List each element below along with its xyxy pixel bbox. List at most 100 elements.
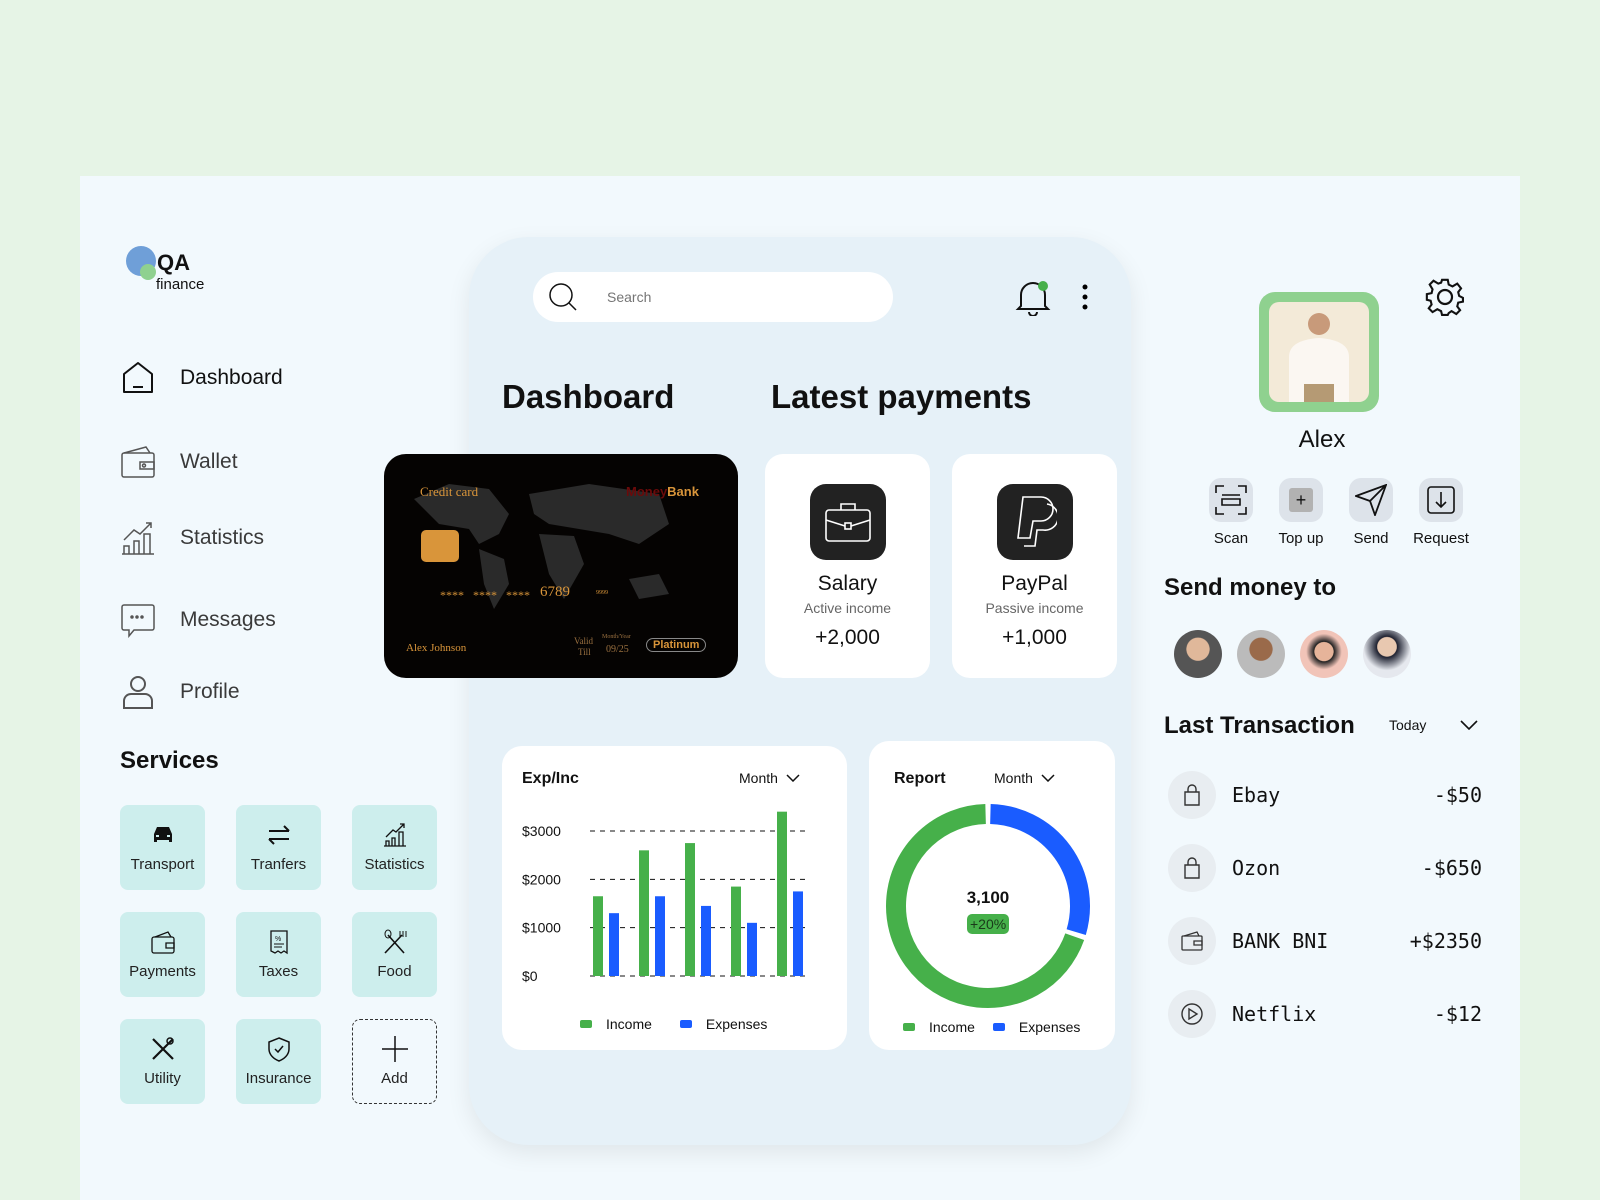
- send-icon: [1355, 484, 1387, 516]
- bag-icon: [1168, 771, 1216, 819]
- dashboard-heading: Dashboard: [502, 378, 675, 415]
- last-transaction-title: Last Transaction: [1164, 712, 1355, 739]
- transaction-row[interactable]: Netflix -$12: [1168, 990, 1482, 1038]
- card-type: Credit card: [420, 484, 479, 499]
- bar-income: [777, 811, 787, 976]
- nav-wallet[interactable]: Wallet: [120, 444, 238, 480]
- service-label: Insurance: [245, 1070, 312, 1087]
- nav-label: Wallet: [180, 450, 238, 473]
- transaction-filter-dropdown[interactable]: Today: [1389, 717, 1478, 733]
- payment-value: +2,000: [815, 626, 880, 649]
- more-vertical-icon[interactable]: [1080, 282, 1090, 312]
- payment-value: +1,000: [1002, 626, 1067, 649]
- legend: Income Expenses: [903, 1019, 1080, 1035]
- bell-icon[interactable]: [1015, 278, 1051, 316]
- action-label: Scan: [1213, 530, 1249, 547]
- service-add[interactable]: Add: [352, 1019, 437, 1104]
- transaction-amount: -$650: [1421, 856, 1482, 880]
- top-up-button[interactable]: + Top up: [1266, 478, 1336, 547]
- user-icon: [123, 676, 153, 709]
- latest-payments-heading: Latest payments: [771, 378, 1032, 415]
- bar-expenses: [655, 896, 665, 976]
- service-statistics[interactable]: Statistics: [352, 805, 437, 890]
- services-title: Services: [120, 747, 219, 774]
- card-tier: Platinum: [646, 638, 707, 652]
- quick-actions: Scan + Top up Send Request: [1196, 478, 1476, 547]
- service-insurance[interactable]: Insurance: [236, 1019, 321, 1104]
- y-tick-label: $0: [522, 968, 538, 984]
- bar-expenses: [609, 913, 619, 976]
- service-label: Utility: [144, 1070, 181, 1087]
- service-transport[interactable]: Transport: [120, 805, 205, 890]
- nav-statistics[interactable]: Statistics: [120, 520, 264, 556]
- action-label: Request: [1413, 530, 1469, 547]
- service-food[interactable]: Food: [352, 912, 437, 997]
- search-input[interactable]: [607, 289, 857, 305]
- service-label: Tranfers: [250, 856, 307, 873]
- payment-card-salary[interactable]: Salary Active income +2,000: [765, 454, 930, 678]
- legend-label: Expenses: [1018, 1019, 1081, 1035]
- legend-label: Expenses: [705, 1016, 768, 1032]
- transaction-amount: -$12: [1433, 1002, 1482, 1026]
- card-holder: Alex Johnson: [406, 642, 467, 654]
- service-label: Payments: [129, 963, 196, 980]
- bar-income: [593, 896, 603, 976]
- legend-swatch-expenses: [679, 1020, 692, 1028]
- send-button[interactable]: Send: [1336, 478, 1406, 547]
- contact-avatar[interactable]: [1363, 630, 1411, 678]
- contact-avatar[interactable]: [1237, 630, 1285, 678]
- receipt-icon: %: [269, 930, 288, 955]
- service-tranfers[interactable]: Tranfers: [236, 805, 321, 890]
- contact-avatar[interactable]: [1174, 630, 1222, 678]
- legend-swatch-expenses: [992, 1023, 1005, 1031]
- brand-name: QA: [157, 250, 190, 275]
- wallet-icon: [1168, 917, 1216, 965]
- bar-income: [731, 886, 741, 976]
- y-tick-label: $2000: [522, 871, 561, 887]
- nav-messages[interactable]: Messages: [120, 602, 276, 638]
- chart-icon: [122, 522, 154, 555]
- exp-inc-chart-card: Exp/Inc Month $3000 $2000 $1000 $0 Income E…: [502, 746, 847, 1050]
- transaction-row[interactable]: Ebay -$50: [1168, 771, 1482, 819]
- request-button[interactable]: Request: [1406, 478, 1476, 547]
- service-utility[interactable]: Utility: [120, 1019, 205, 1104]
- profile-avatar[interactable]: [1259, 292, 1379, 412]
- service-taxes[interactable]: % Taxes: [236, 912, 321, 997]
- action-label: Top up: [1278, 530, 1324, 547]
- payment-card-paypal[interactable]: PayPal Passive income +1,000: [952, 454, 1117, 678]
- service-label: Taxes: [258, 963, 299, 980]
- scan-icon: [1215, 485, 1247, 515]
- play-icon: [1168, 990, 1216, 1038]
- y-tick-label: $1000: [522, 920, 561, 936]
- bar-expenses: [793, 891, 803, 976]
- credit-card[interactable]: Credit card MoneyBank **** **** **** 678…: [384, 454, 738, 678]
- wallet-icon: [150, 931, 175, 954]
- search-bar[interactable]: [533, 272, 893, 322]
- nav-label: Messages: [180, 608, 276, 631]
- transaction-row[interactable]: Ozon -$650: [1168, 844, 1482, 892]
- transaction-amount: +$2350: [1409, 929, 1482, 953]
- transaction-row[interactable]: BANK BNI +$2350: [1168, 917, 1482, 965]
- legend-label: Income: [929, 1019, 975, 1035]
- wallet-icon: [121, 446, 155, 478]
- card-small-code: 9999: [596, 590, 608, 596]
- bar-expenses: [701, 905, 711, 976]
- service-payments[interactable]: Payments: [120, 912, 205, 997]
- nav-dashboard[interactable]: Dashboard: [120, 360, 283, 396]
- card-number-masked: **** **** ****: [440, 588, 530, 602]
- nav-profile[interactable]: Profile: [120, 674, 240, 710]
- cutlery-icon: [383, 929, 406, 954]
- car-icon: [153, 827, 172, 842]
- plus-icon: +: [1289, 488, 1313, 512]
- contact-avatar[interactable]: [1300, 630, 1348, 678]
- chart-icon: [383, 823, 406, 847]
- service-label: Food: [377, 963, 412, 980]
- scan-button[interactable]: Scan: [1196, 478, 1266, 547]
- donut-center-value: 3,100: [966, 888, 1010, 907]
- gear-icon[interactable]: [1424, 276, 1466, 318]
- contacts: [1174, 630, 1411, 678]
- month-year-label: Month/Year: [602, 634, 631, 640]
- chat-icon: [121, 604, 155, 638]
- card-expiry: 09/25: [606, 644, 629, 655]
- valid-label: Valid: [574, 636, 593, 646]
